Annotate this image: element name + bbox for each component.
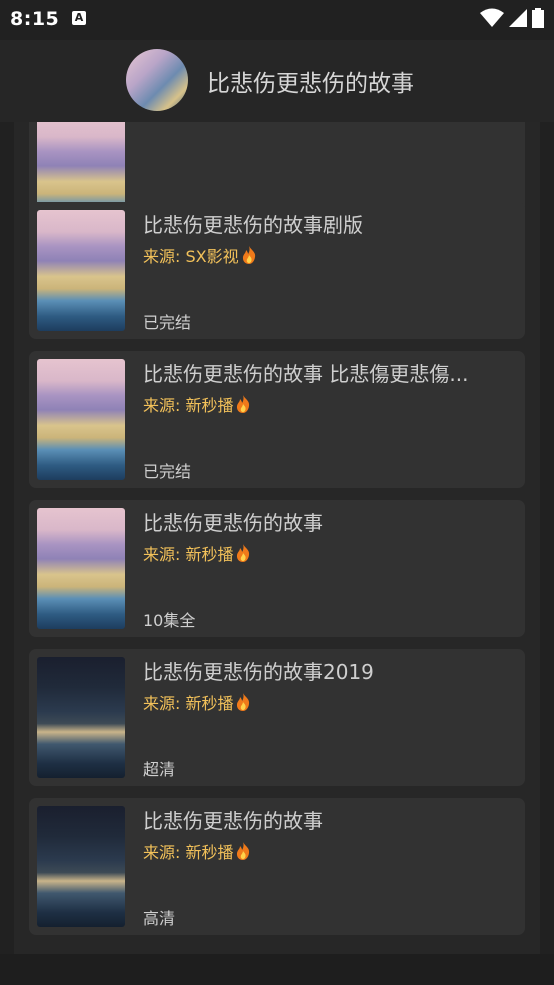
notification-icon: A bbox=[72, 11, 86, 25]
result-card[interactable]: 比悲伤更悲伤的故事 比悲傷更悲傷... 来源: 新秒播 已完结 bbox=[29, 351, 525, 488]
fire-icon bbox=[242, 246, 255, 264]
results-list[interactable]: 高清 比悲伤更悲伤的故事剧版 来源: SX影视 已完结 比悲伤更悲伤的故事 比悲… bbox=[14, 122, 540, 954]
navigation-bar bbox=[0, 954, 554, 985]
result-title: 比悲伤更悲伤的故事剧版 bbox=[143, 213, 363, 237]
result-title: 比悲伤更悲伤的故事 bbox=[143, 809, 323, 833]
result-source-text: 来源: 新秒播 bbox=[143, 843, 234, 862]
result-source-text: 来源: 新秒播 bbox=[143, 396, 234, 415]
result-source: 来源: 新秒播 bbox=[143, 392, 251, 416]
result-source-text: 来源: 新秒播 bbox=[143, 694, 234, 713]
result-source-text: 来源: SX影视 bbox=[143, 247, 239, 266]
fire-icon bbox=[237, 842, 250, 860]
fire-icon bbox=[237, 395, 250, 413]
poster-image bbox=[37, 508, 125, 629]
result-status: 已完结 bbox=[143, 462, 192, 481]
status-time: 8:15 bbox=[10, 8, 60, 30]
result-source: 来源: 新秒播 bbox=[143, 839, 251, 863]
show-poster-avatar[interactable] bbox=[126, 49, 188, 111]
signal-icon bbox=[509, 9, 527, 27]
result-source: 来源: 新秒播 bbox=[143, 690, 251, 714]
poster-image bbox=[37, 657, 125, 778]
result-title: 比悲伤更悲伤的故事 比悲傷更悲傷... bbox=[143, 362, 469, 386]
poster-image bbox=[37, 210, 125, 331]
battery-icon bbox=[532, 8, 544, 28]
poster-decoration bbox=[65, 147, 99, 203]
app-screen: 8:15 A 比悲伤更悲伤的故事 高清 bbox=[0, 0, 554, 985]
result-status: 高清 bbox=[143, 909, 176, 928]
result-source-text: 来源: 新秒播 bbox=[143, 545, 234, 564]
result-source: 来源: SX影视 bbox=[143, 243, 257, 267]
result-title: 比悲伤更悲伤的故事 bbox=[143, 511, 323, 535]
result-title: 比悲伤更悲伤的故事2019 bbox=[143, 660, 374, 684]
result-card[interactable]: 比悲伤更悲伤的故事 来源: 新秒播 高清 bbox=[29, 798, 525, 935]
result-status: 已完结 bbox=[143, 313, 192, 332]
fire-icon bbox=[237, 544, 250, 562]
poster-image bbox=[37, 806, 125, 927]
status-bar: 8:15 A bbox=[0, 0, 554, 40]
poster-image bbox=[37, 359, 125, 480]
result-card[interactable]: 比悲伤更悲伤的故事 来源: 新秒播 10集全 bbox=[29, 500, 525, 637]
result-card[interactable]: 比悲伤更悲伤的故事剧版 来源: SX影视 已完结 bbox=[29, 202, 525, 339]
result-status: 超清 bbox=[143, 760, 176, 779]
fire-icon bbox=[237, 693, 250, 711]
wifi-icon bbox=[480, 8, 504, 27]
status-icons bbox=[475, 8, 544, 30]
notification-letter: A bbox=[74, 11, 84, 24]
app-header: 比悲伤更悲伤的故事 bbox=[0, 40, 554, 122]
result-card[interactable]: 比悲伤更悲伤的故事2019 来源: 新秒播 超清 bbox=[29, 649, 525, 786]
page-title: 比悲伤更悲伤的故事 bbox=[207, 71, 414, 97]
result-status: 10集全 bbox=[143, 611, 196, 630]
result-source: 来源: 新秒播 bbox=[143, 541, 251, 565]
